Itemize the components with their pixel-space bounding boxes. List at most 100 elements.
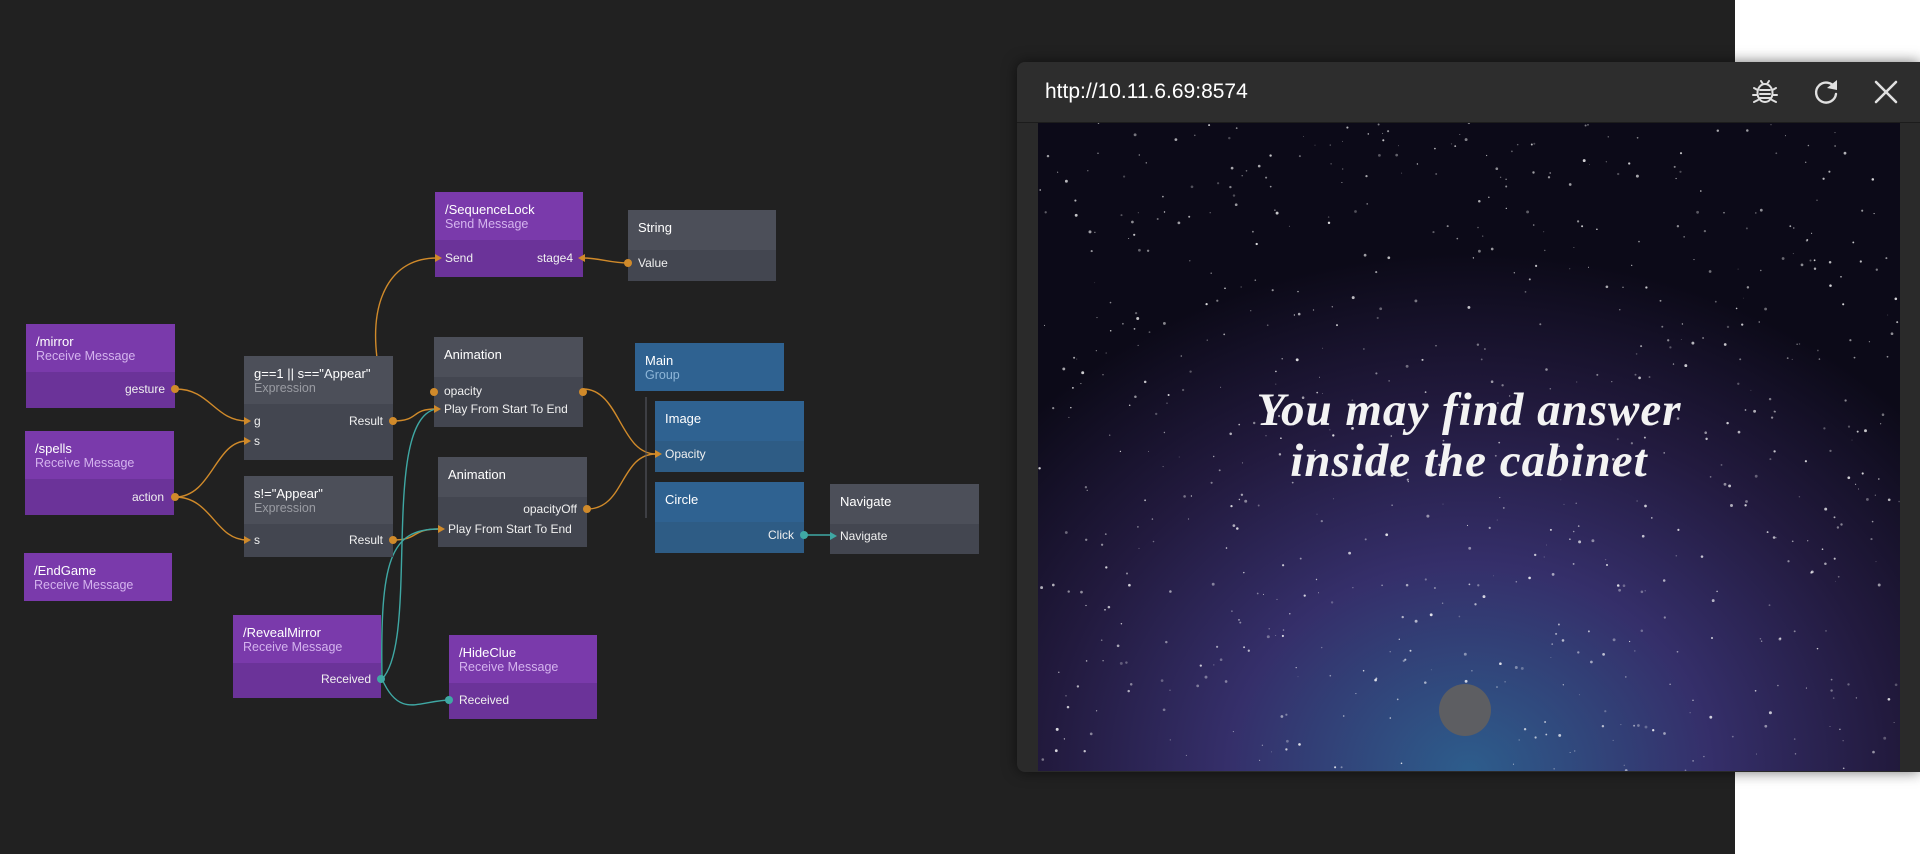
preview-toolbar: http://10.11.6.69:8574 (1017, 62, 1920, 123)
output-port-label: action (131, 490, 164, 504)
wire-action-to-s (174, 440, 248, 498)
input-port-send[interactable] (435, 254, 442, 262)
node-title: /RevealMirror (243, 625, 322, 640)
node-type: Receive Message (243, 640, 343, 654)
node-navigate[interactable]: Navigate Navigate (830, 484, 979, 554)
input-port-label: Opacity (665, 447, 706, 461)
node-expression-2[interactable]: s!="Appear" Expression s Result (244, 476, 397, 557)
node-mirror[interactable]: /mirror Receive Message gesture (26, 324, 179, 408)
input-port-label: stage4 (536, 251, 573, 265)
node-circle[interactable]: Circle Click (655, 482, 808, 553)
output-port-received[interactable] (377, 675, 385, 683)
node-spells[interactable]: /spells Receive Message action (25, 431, 179, 515)
output-port-label: Received (320, 672, 371, 686)
input-port-label: Received (459, 693, 510, 707)
output-port-result[interactable] (389, 417, 397, 425)
node-type: Receive Message (36, 349, 136, 363)
input-port-navigate[interactable] (830, 532, 837, 540)
node-title: Main (645, 353, 674, 368)
node-string[interactable]: String Value (624, 210, 776, 281)
node-type: Expression (254, 501, 316, 515)
input-port-g[interactable] (244, 417, 251, 425)
bug-icon[interactable] (1749, 76, 1781, 108)
output-port-action[interactable] (171, 493, 179, 501)
node-type: Receive Message (34, 578, 134, 592)
preview-url: http://10.11.6.69:8574 (1045, 80, 1248, 103)
wire-expr-to-send (374, 257, 438, 359)
node-title: /SequenceLock (445, 202, 535, 217)
output-port-label: Result (348, 414, 383, 428)
preview-window: http://10.11.6.69:8574 You may find answ… (1017, 62, 1920, 772)
stage-message: You may find answer inside the cabinet (1038, 385, 1900, 487)
node-title: Animation (448, 467, 506, 482)
node-expression-1[interactable]: g==1 || s=="Appear" Expression g s Result (244, 356, 397, 460)
output-port-label: opacityOff (523, 502, 577, 516)
output-port-click[interactable] (800, 531, 808, 539)
node-title: Navigate (840, 494, 892, 509)
node-type: Group (645, 368, 680, 382)
input-port-s[interactable] (244, 437, 251, 445)
output-port-label: Click (768, 528, 794, 542)
output-port-opacity[interactable] (579, 388, 587, 396)
close-icon[interactable] (1870, 76, 1902, 108)
connection-wires (174, 257, 832, 706)
node-title: g==1 || s=="Appear" (254, 366, 371, 381)
wire-result-to-play2 (392, 528, 440, 541)
node-hide-clue[interactable]: /HideClue Receive Message Received (445, 635, 597, 719)
input-port-received[interactable] (445, 696, 453, 704)
wire-received-to-hideclue (381, 678, 452, 706)
wire-opacity-to-image (582, 388, 657, 455)
wire-value-to-stage4 (582, 257, 629, 264)
wire-gesture-to-g (175, 388, 248, 422)
stage-message-line-2: inside the cabinet (1290, 435, 1648, 487)
input-port-label: Play From Start To End (448, 522, 572, 536)
output-port-result[interactable] (389, 536, 397, 544)
input-port-opacity-anchor[interactable] (430, 388, 438, 396)
input-port-label: Send (445, 251, 474, 265)
node-type: Receive Message (459, 660, 559, 674)
node-animation-1[interactable]: Animation opacity Play From Start To End (430, 337, 587, 427)
wire-action-to-s2 (174, 496, 248, 541)
node-title: /EndGame (34, 563, 97, 578)
refresh-icon[interactable] (1810, 76, 1842, 108)
input-port-stage4[interactable] (578, 254, 585, 262)
node-endgame[interactable]: /EndGame Receive Message (24, 553, 172, 601)
node-type: Expression (254, 381, 316, 395)
input-port-label: Play From Start To End (444, 402, 568, 416)
node-title: Circle (665, 492, 699, 507)
node-type: Receive Message (35, 456, 135, 470)
input-port-play[interactable] (438, 525, 445, 533)
output-port-opacityoff[interactable] (583, 505, 591, 513)
output-port-label: gesture (124, 382, 165, 396)
node-main-group[interactable]: Main Group (635, 343, 784, 391)
stage-message-line-1: You may find answer (1256, 384, 1682, 436)
node-title: String (638, 220, 672, 235)
input-port-label: s (254, 533, 260, 547)
node-title: s!="Appear" (254, 486, 323, 501)
output-port-label: opacity (444, 384, 483, 398)
input-port-label: Navigate (840, 529, 888, 543)
input-port-label: s (254, 434, 260, 448)
node-title: Image (665, 411, 702, 426)
node-sequence-lock[interactable]: /SequenceLock Send Message Send stage4 (435, 192, 585, 277)
node-reveal-mirror[interactable]: /RevealMirror Receive Message Received (233, 615, 385, 698)
node-title: Animation (444, 347, 502, 362)
output-port-label: Result (348, 533, 383, 547)
stage-circle-button[interactable] (1439, 684, 1491, 736)
node-animation-2[interactable]: Animation opacityOff Play From Start To … (438, 457, 591, 547)
input-port-label: g (254, 414, 261, 428)
node-title: /HideClue (459, 645, 517, 660)
input-port-play[interactable] (434, 405, 441, 413)
output-port-label: Value (638, 256, 668, 270)
input-port-s[interactable] (244, 536, 251, 544)
node-type: Send Message (445, 217, 529, 231)
output-port-gesture[interactable] (171, 385, 179, 393)
input-port-opacity[interactable] (655, 450, 662, 458)
wire-result-to-play1 (392, 408, 437, 422)
node-image[interactable]: Image Opacity (655, 401, 804, 472)
node-title: /mirror (36, 334, 74, 349)
wire-opacityoff-to-image (586, 453, 657, 510)
preview-stage: You may find answer inside the cabinet (1038, 123, 1900, 771)
node-title: /spells (35, 441, 72, 456)
output-port-value[interactable] (624, 259, 632, 267)
